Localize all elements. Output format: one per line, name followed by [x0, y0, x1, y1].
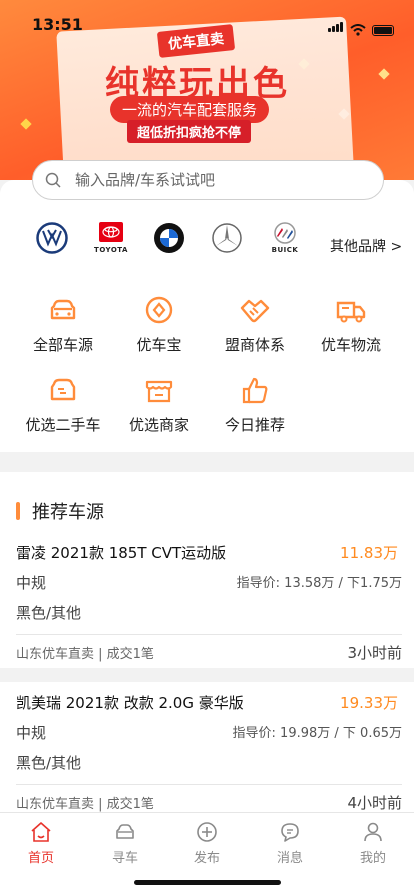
listing-spec: 中规 — [16, 724, 47, 742]
menu-all-cars[interactable]: 全部车源 — [18, 294, 108, 355]
car-search-icon — [116, 824, 134, 839]
plus-circle-icon — [197, 822, 217, 842]
mercedes-logo-icon — [212, 223, 242, 253]
confetti-decoration — [20, 118, 32, 130]
menu-label: 全部车源 — [32, 336, 93, 354]
tab-home[interactable]: 首页 — [6, 821, 76, 866]
toyota-logo-icon — [99, 222, 123, 242]
section-accent-bar — [16, 502, 20, 520]
brand-mercedes[interactable] — [210, 222, 244, 258]
listing-seller: 山东优车直卖 | 成交1笔 — [16, 797, 154, 812]
listing-color: 黑色/其他 — [16, 754, 82, 772]
app-screen: 优车直卖 纯粹玩出色 一流的汽车配套服务 超低折扣疯抢不停 13:51 输入品牌… — [0, 0, 414, 896]
used-car-icon — [50, 378, 76, 401]
vw-logo-icon — [36, 222, 68, 254]
wifi-icon — [350, 24, 366, 36]
chat-icon — [281, 823, 299, 842]
listing-price: 11.83万 — [340, 544, 398, 562]
banner-subline: 一流的汽车配套服务 — [110, 96, 270, 123]
toyota-caption: TOYOTA — [94, 246, 128, 254]
menu-label: 优车物流 — [320, 336, 381, 354]
search-input[interactable] — [75, 171, 335, 189]
promo-banner[interactable]: 优车直卖 纯粹玩出色 一流的汽车配套服务 超低折扣疯抢不停 13:51 — [0, 0, 414, 180]
menu-label: 盟商体系 — [224, 336, 285, 354]
menu-youchebao[interactable]: 优车宝 — [114, 294, 204, 355]
home-icon — [31, 822, 51, 842]
search-box[interactable] — [32, 160, 384, 200]
listing-seller: 山东优车直卖 | 成交1笔 — [16, 647, 154, 662]
card-gap — [0, 668, 414, 682]
tab-label: 我的 — [359, 851, 386, 866]
tab-find-car[interactable]: 寻车 — [90, 821, 160, 866]
tab-messages[interactable]: 消息 — [255, 821, 325, 866]
menu-logistics[interactable]: 优车物流 — [306, 294, 396, 355]
tab-label: 发布 — [193, 851, 220, 866]
tab-label: 寻车 — [111, 851, 138, 866]
tab-label: 首页 — [27, 851, 54, 866]
menu-today-picks[interactable]: 今日推荐 — [210, 374, 300, 435]
search-icon — [45, 172, 61, 188]
coin-icon — [145, 296, 173, 324]
menu-label: 优车宝 — [136, 336, 182, 354]
status-icons — [328, 17, 394, 36]
thumbs-up-icon — [242, 377, 268, 404]
brand-volkswagen[interactable] — [35, 222, 69, 258]
tab-profile[interactable]: 我的 — [338, 821, 408, 866]
buick-logo-icon — [274, 222, 296, 244]
shop-icon — [145, 380, 173, 403]
tab-label: 消息 — [276, 851, 303, 866]
car-icon — [50, 299, 76, 320]
listing-time: 3小时前 — [347, 644, 402, 662]
section-title: 推荐车源 — [32, 502, 104, 523]
card-divider — [16, 784, 402, 785]
listing-card[interactable]: 雷凌 2021款 185T CVT运动版 11.83万 中规 指导价: 13.5… — [0, 532, 414, 682]
listing-title: 凯美瑞 2021款 改款 2.0G 豪华版 — [16, 694, 244, 712]
listing-guide-price: 指导价: 19.98万 / 下 0.65万 — [232, 726, 402, 741]
tab-publish[interactable]: 发布 — [172, 821, 242, 866]
battery-icon — [372, 25, 394, 36]
confetti-decoration — [378, 68, 390, 80]
listing-price: 19.33万 — [340, 694, 398, 712]
listing-card[interactable]: 凯美瑞 2021款 改款 2.0G 豪华版 19.33万 中规 指导价: 19.… — [0, 682, 414, 832]
banner-promo: 超低折扣疯抢不停 — [127, 120, 252, 143]
recommend-section: 推荐车源 雷凌 2021款 185T CVT运动版 11.83万 中规 指导价:… — [0, 472, 414, 832]
section-header: 推荐车源 — [16, 498, 104, 524]
menu-used-cars[interactable]: 优选二手车 — [18, 374, 108, 435]
status-time: 13:51 — [32, 15, 83, 34]
brand-row: TOYOTA BUICK 其他品牌 > — [0, 222, 414, 262]
listing-color: 黑色/其他 — [16, 604, 82, 622]
menu-label: 优选二手车 — [25, 416, 101, 434]
menu-alliance[interactable]: 盟商体系 — [210, 294, 300, 355]
buick-caption: BUICK — [271, 246, 299, 254]
listing-guide-price: 指导价: 13.58万 / 下1.75万 — [236, 576, 402, 591]
brand-bmw[interactable] — [152, 222, 186, 258]
home-indicator[interactable] — [134, 880, 281, 885]
brand-buick[interactable]: BUICK — [268, 222, 302, 258]
brand-toyota[interactable]: TOYOTA — [94, 222, 128, 258]
listing-spec: 中规 — [16, 574, 47, 592]
listing-title: 雷凌 2021款 185T CVT运动版 — [16, 544, 227, 562]
listing-time: 4小时前 — [347, 794, 402, 812]
bmw-logo-icon — [154, 223, 184, 253]
profile-icon — [364, 822, 382, 842]
other-brands-link[interactable]: 其他品牌 > — [330, 236, 402, 256]
menu-merchants[interactable]: 优选商家 — [114, 374, 204, 435]
card-divider — [16, 634, 402, 635]
signal-icon — [328, 17, 344, 36]
menu-label: 今日推荐 — [224, 416, 285, 434]
truck-icon — [336, 301, 366, 323]
menu-label: 优选商家 — [128, 416, 189, 434]
handshake-icon — [240, 299, 270, 323]
